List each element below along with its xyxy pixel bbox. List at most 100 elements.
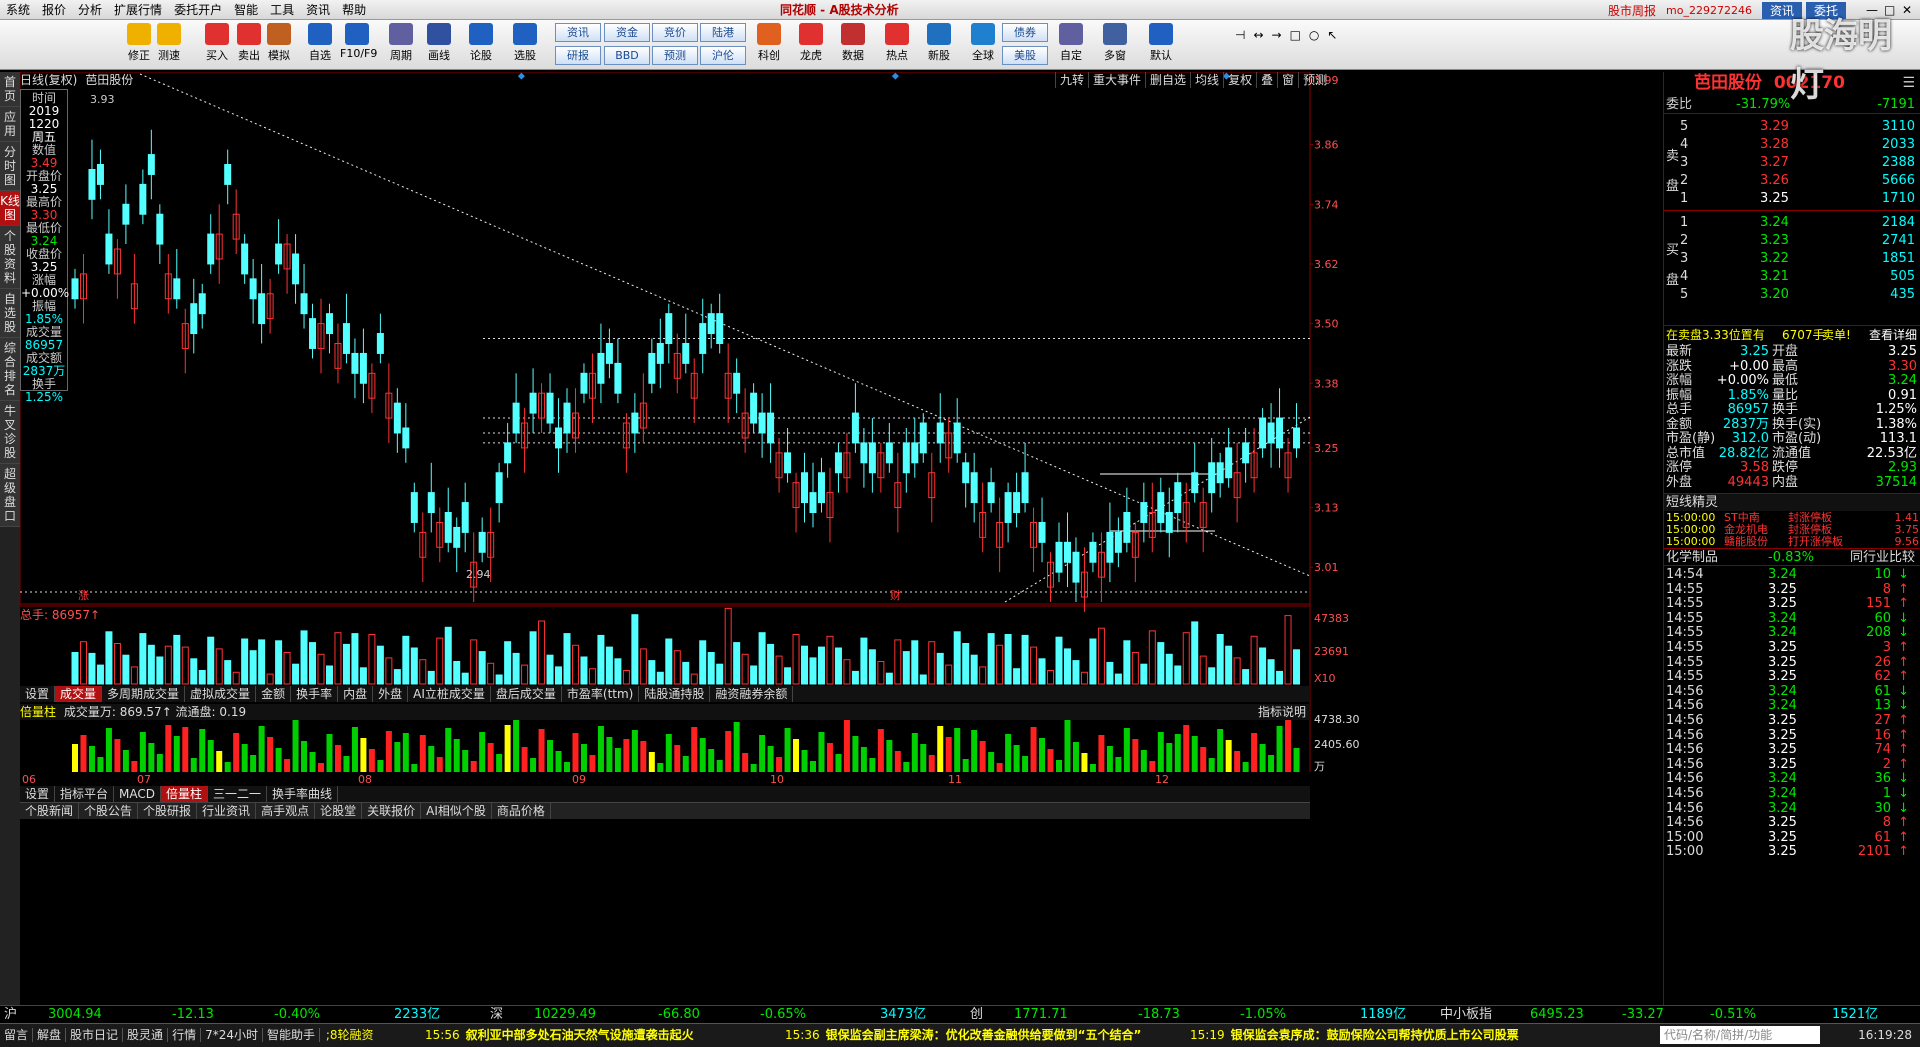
voltabs-10[interactable]: 市盈率(ttm)	[562, 686, 640, 702]
chart-tool-5[interactable]: 叠	[1256, 72, 1277, 88]
chart-tool-6[interactable]: 窗	[1277, 72, 1298, 88]
toolbar-button-14[interactable]: 热点	[880, 23, 914, 67]
chart-tool-7[interactable]: 预测	[1298, 72, 1331, 88]
rect-tool-icon[interactable]: □	[1290, 28, 1301, 42]
voltabs-4[interactable]: 金额	[256, 686, 292, 702]
left-tab-4[interactable]: 个股资料	[0, 226, 20, 289]
bottabs-2[interactable]: 个股研报	[138, 803, 198, 819]
left-tab-6[interactable]: 综合排名	[0, 338, 20, 401]
status-item-2[interactable]: 股市日记	[66, 1028, 124, 1042]
toolbar-button-1[interactable]: 测速	[152, 23, 186, 67]
status-item-3[interactable]: 股灵通	[123, 1028, 169, 1042]
toolbar-button-5[interactable]: 自选	[303, 23, 337, 67]
quick-button-8[interactable]: 债券	[1002, 23, 1048, 42]
status-item-1[interactable]: 解盘	[33, 1028, 67, 1042]
toolbar-button-2[interactable]: 买入	[200, 23, 234, 67]
quick-button-9[interactable]: 美股	[1002, 46, 1048, 65]
menu-item-5[interactable]: 智能	[228, 0, 264, 20]
voltabs-9[interactable]: 盘后成交量	[491, 686, 562, 702]
toolbar-button-19[interactable]: 默认	[1144, 23, 1178, 67]
quick-button-2[interactable]: 竞价	[652, 23, 698, 42]
toolbar-button-15[interactable]: 新股	[922, 23, 956, 67]
voltabs-5[interactable]: 换手率	[291, 686, 339, 702]
indtabs-5[interactable]: 换手率曲线	[267, 786, 339, 802]
bottabs-3[interactable]: 行业资讯	[197, 803, 257, 819]
bottabs-8[interactable]: 商品价格	[492, 803, 551, 819]
toolbar-button-16[interactable]: 全球	[966, 23, 1000, 67]
voltabs-11[interactable]: 陆股通持股	[639, 686, 711, 702]
industry-compare-link[interactable]: 同行业比较	[1850, 549, 1915, 567]
toolbar-button-13[interactable]: 数据	[836, 23, 870, 67]
arrow-tool-icon[interactable]: ↖	[1327, 28, 1337, 42]
left-tab-2[interactable]: 分时图	[0, 142, 20, 191]
voltabs-3[interactable]: 虚拟成交量	[185, 686, 257, 702]
quick-button-1[interactable]: 资金	[604, 23, 650, 42]
chart-tool-1[interactable]: 重大事件	[1088, 72, 1145, 88]
toolbar-button-17[interactable]: 自定	[1054, 23, 1088, 67]
toolbar-button-9[interactable]: 论股	[464, 23, 498, 67]
menu-item-8[interactable]: 帮助	[336, 0, 372, 20]
index-0[interactable]: 沪 3004.94 -12.13 -0.40% 2233亿	[4, 1006, 474, 1024]
menu-item-0[interactable]: 系统	[0, 0, 36, 20]
quick-button-7[interactable]: 沪伦	[700, 46, 746, 65]
index-3[interactable]: 中小板指 6495.23 -33.27 -0.51% 1521亿	[1440, 1006, 1910, 1024]
status-item-6[interactable]: 智能助手	[262, 1028, 320, 1042]
left-tab-8[interactable]: 超级盘口	[0, 464, 20, 527]
segment-tool-icon[interactable]: ↔	[1253, 28, 1263, 42]
index-2[interactable]: 创 1771.71 -18.73 -1.05% 1189亿	[970, 1006, 1440, 1024]
left-tab-7[interactable]: 牛叉诊股	[0, 401, 20, 464]
voltabs-7[interactable]: 外盘	[373, 686, 409, 702]
menu-item-7[interactable]: 资讯	[300, 0, 336, 20]
menu-item-4[interactable]: 委托开户	[168, 0, 228, 20]
left-tab-3[interactable]: K线图	[0, 191, 20, 226]
ray-tool-icon[interactable]: →	[1272, 28, 1282, 42]
kline-chart-area[interactable]: 3.99 3.86 3.74 3.62 3.50 3.38 3.25 3.13 3.01 3.93…	[20, 72, 1663, 1002]
voltabs-0[interactable]: 设置	[20, 686, 56, 702]
indtabs-2[interactable]: MACD	[114, 786, 162, 802]
voltabs-1[interactable]: 成交量	[55, 686, 103, 702]
bottabs-7[interactable]: AI相似个股	[421, 803, 492, 819]
menu-item-6[interactable]: 工具	[264, 0, 300, 20]
indtabs-1[interactable]: 指标平台	[55, 786, 115, 802]
chart-tool-2[interactable]: 删自选	[1145, 72, 1190, 88]
left-tab-5[interactable]: 自选股	[0, 289, 20, 338]
weekly-link[interactable]: 股市周报	[1608, 2, 1656, 19]
bottabs-0[interactable]: 个股新闻	[20, 803, 80, 819]
menu-item-2[interactable]: 分析	[72, 0, 108, 20]
bottabs-4[interactable]: 高手观点	[256, 803, 316, 819]
left-tab-1[interactable]: 应用	[0, 107, 20, 142]
search-box[interactable]: 代码/名称/简拼/功能	[1660, 1026, 1820, 1044]
news-item-1[interactable]: 15:36 银保监会副主席梁涛：优化改善金融供给要做到“五个结合”	[785, 1024, 1141, 1046]
chart-tool-0[interactable]: 九转	[1055, 72, 1088, 88]
chart-tool-4[interactable]: 复权	[1223, 72, 1256, 88]
toolbar-button-3[interactable]: 卖出	[232, 23, 266, 67]
toolbar-button-8[interactable]: 画线	[422, 23, 456, 67]
circle-tool-icon[interactable]: ○	[1309, 28, 1319, 42]
left-tab-0[interactable]: 首页	[0, 72, 20, 107]
toolbar-button-12[interactable]: 龙虎	[794, 23, 828, 67]
status-item-5[interactable]: 7*24小时	[201, 1028, 263, 1042]
quick-button-5[interactable]: BBD	[604, 46, 650, 65]
indtabs-0[interactable]: 设置	[20, 786, 56, 802]
toolbar-button-10[interactable]: 选股	[508, 23, 542, 67]
menu-item-3[interactable]: 扩展行情	[108, 0, 168, 20]
toolbar-button-0[interactable]: 修正	[122, 23, 156, 67]
quick-button-0[interactable]: 资讯	[555, 23, 601, 42]
toolbar-button-7[interactable]: 周期	[384, 23, 418, 67]
indtabs-4[interactable]: 三一二一	[208, 786, 268, 802]
news-item-2[interactable]: 15:19 银保监会袁序成：鼓励保险公司帮持优质上市公司股票	[1190, 1024, 1519, 1046]
quick-button-4[interactable]: 研报	[555, 46, 601, 65]
news-item-0[interactable]: 15:56 叙利亚中部多处石油天然气设施遭袭击起火	[425, 1024, 694, 1046]
toolbar-button-6[interactable]: F10/F9	[340, 23, 377, 67]
toolbar-button-11[interactable]: 科创	[752, 23, 786, 67]
elf-row-2[interactable]: 15:00:00 赣能股份 打开涨停板 9.56	[1664, 536, 1920, 548]
line-tool-icon[interactable]: ⊣	[1235, 28, 1245, 42]
chart-tool-3[interactable]: 均线	[1190, 72, 1223, 88]
status-item-0[interactable]: 留言	[0, 1028, 34, 1042]
voltabs-8[interactable]: AI立桩成交量	[408, 686, 491, 702]
menu-item-1[interactable]: 报价	[36, 0, 72, 20]
index-1[interactable]: 深 10229.49 -66.80 -0.65% 3473亿	[490, 1006, 960, 1024]
quick-button-6[interactable]: 预测	[652, 46, 698, 65]
voltabs-2[interactable]: 多周期成交量	[102, 686, 186, 702]
bottabs-5[interactable]: 论股堂	[315, 803, 363, 819]
